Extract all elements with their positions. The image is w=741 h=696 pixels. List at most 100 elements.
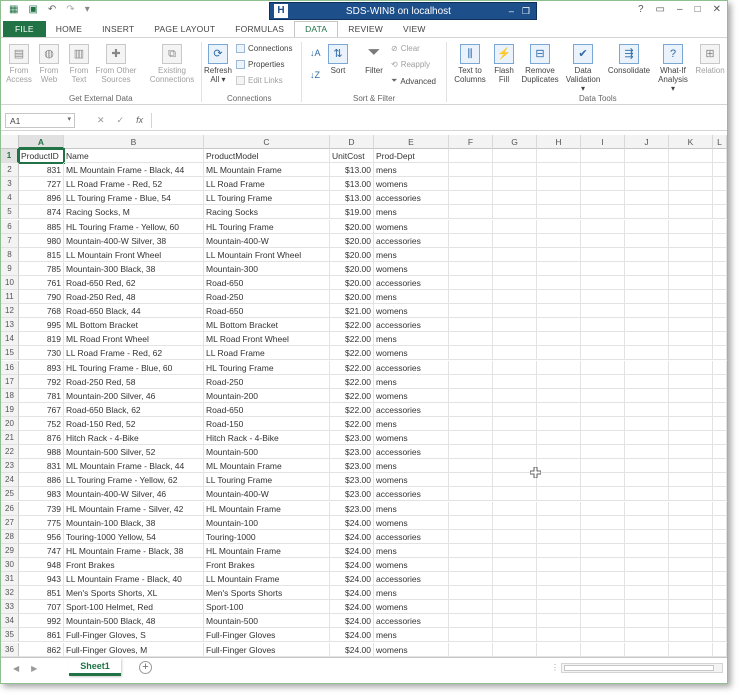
cell-j26[interactable]: [625, 501, 669, 516]
cell-h29[interactable]: [537, 543, 581, 558]
cell-e4[interactable]: accessories: [374, 191, 449, 206]
cell-j35[interactable]: [625, 628, 669, 643]
cell-a28[interactable]: 956: [19, 529, 64, 544]
cell-i8[interactable]: [581, 247, 625, 262]
cell-d3[interactable]: $13.00: [330, 177, 374, 192]
cell-i32[interactable]: [581, 586, 625, 601]
cell-l32[interactable]: [713, 586, 727, 601]
cell-c3[interactable]: LL Road Frame: [204, 177, 330, 192]
cell-f1[interactable]: [449, 149, 493, 164]
cell-g17[interactable]: [493, 374, 537, 389]
cell-i1[interactable]: [581, 149, 625, 164]
row-number[interactable]: 33: [1, 600, 19, 615]
cell-b27[interactable]: Mountain-100 Black, 38: [64, 515, 204, 530]
cell-e26[interactable]: mens: [374, 501, 449, 516]
cell-d26[interactable]: $23.00: [330, 501, 374, 516]
column-header-g[interactable]: G: [493, 135, 537, 149]
cell-j27[interactable]: [625, 515, 669, 530]
cell-h27[interactable]: [537, 515, 581, 530]
row-number[interactable]: 12: [1, 304, 19, 319]
column-header-d[interactable]: D: [330, 135, 374, 149]
cell-j36[interactable]: [625, 642, 669, 657]
cell-j33[interactable]: [625, 600, 669, 615]
relationships-button[interactable]: ⊞ Relation: [693, 44, 727, 75]
cell-i7[interactable]: [581, 233, 625, 248]
cell-f13[interactable]: [449, 318, 493, 333]
cell-g20[interactable]: [493, 416, 537, 431]
cell-b8[interactable]: LL Mountain Front Wheel: [64, 247, 204, 262]
cell-b29[interactable]: HL Mountain Frame - Black, 38: [64, 543, 204, 558]
column-header-c[interactable]: C: [204, 135, 330, 149]
cell-e17[interactable]: mens: [374, 374, 449, 389]
cell-k14[interactable]: [669, 332, 713, 347]
cell-i27[interactable]: [581, 515, 625, 530]
cell-l25[interactable]: [713, 487, 727, 502]
cell-h14[interactable]: [537, 332, 581, 347]
cell-e24[interactable]: womens: [374, 473, 449, 488]
cell-h10[interactable]: [537, 275, 581, 290]
cell-h17[interactable]: [537, 374, 581, 389]
cell-c2[interactable]: ML Mountain Frame: [204, 163, 330, 178]
row-number[interactable]: 8: [1, 247, 19, 262]
cell-e9[interactable]: womens: [374, 261, 449, 276]
cell-k35[interactable]: [669, 628, 713, 643]
cell-d29[interactable]: $24.00: [330, 543, 374, 558]
remote-minimize-icon[interactable]: –: [509, 6, 514, 16]
cell-l2[interactable]: [713, 163, 727, 178]
cell-a34[interactable]: 992: [19, 614, 64, 629]
sort-button[interactable]: ⇅ Sort: [325, 44, 351, 75]
cell-c31[interactable]: LL Mountain Frame: [204, 572, 330, 587]
cell-l14[interactable]: [713, 332, 727, 347]
formula-input[interactable]: [151, 113, 723, 128]
cell-e7[interactable]: accessories: [374, 233, 449, 248]
cell-j24[interactable]: [625, 473, 669, 488]
cell-f11[interactable]: [449, 290, 493, 305]
cell-i20[interactable]: [581, 416, 625, 431]
cell-h6[interactable]: [537, 219, 581, 234]
cell-a29[interactable]: 747: [19, 543, 64, 558]
tab-insert[interactable]: INSERT: [92, 24, 144, 34]
cell-l9[interactable]: [713, 261, 727, 276]
row-number[interactable]: 6: [1, 219, 19, 234]
cell-k9[interactable]: [669, 261, 713, 276]
cell-d5[interactable]: $19.00: [330, 205, 374, 220]
cell-c18[interactable]: Mountain-200: [204, 388, 330, 403]
cell-l4[interactable]: [713, 191, 727, 206]
cell-k10[interactable]: [669, 275, 713, 290]
cell-a12[interactable]: 768: [19, 304, 64, 319]
cell-e22[interactable]: accessories: [374, 445, 449, 460]
row-number[interactable]: 21: [1, 431, 19, 446]
cell-f35[interactable]: [449, 628, 493, 643]
row-number[interactable]: 20: [1, 416, 19, 431]
cell-e27[interactable]: womens: [374, 515, 449, 530]
cell-l33[interactable]: [713, 600, 727, 615]
cell-e5[interactable]: mens: [374, 205, 449, 220]
cell-k2[interactable]: [669, 163, 713, 178]
cell-i21[interactable]: [581, 431, 625, 446]
cell-b13[interactable]: ML Bottom Bracket: [64, 318, 204, 333]
row-number[interactable]: 9: [1, 261, 19, 276]
cell-f26[interactable]: [449, 501, 493, 516]
connections-button[interactable]: Connections: [236, 44, 292, 53]
select-all-corner[interactable]: [1, 135, 19, 149]
cell-g7[interactable]: [493, 233, 537, 248]
maximize-icon[interactable]: □: [695, 4, 701, 15]
row-number[interactable]: 24: [1, 473, 19, 488]
tab-formulas[interactable]: FORMULAS: [225, 24, 294, 34]
cell-a10[interactable]: 761: [19, 275, 64, 290]
insert-function-icon[interactable]: fx: [136, 115, 143, 126]
cell-k20[interactable]: [669, 416, 713, 431]
cell-k17[interactable]: [669, 374, 713, 389]
cell-k16[interactable]: [669, 360, 713, 375]
cell-b4[interactable]: LL Touring Frame - Blue, 54: [64, 191, 204, 206]
cell-b31[interactable]: LL Mountain Frame - Black, 40: [64, 572, 204, 587]
cell-c25[interactable]: Mountain-400-W: [204, 487, 330, 502]
cell-a1[interactable]: ProductID: [18, 147, 65, 165]
cell-c29[interactable]: HL Mountain Frame: [204, 543, 330, 558]
row-number[interactable]: 2: [1, 163, 19, 178]
cell-k18[interactable]: [669, 388, 713, 403]
cell-e8[interactable]: mens: [374, 247, 449, 262]
cell-h1[interactable]: [537, 149, 581, 164]
cell-e16[interactable]: accessories: [374, 360, 449, 375]
cell-a8[interactable]: 815: [19, 247, 64, 262]
